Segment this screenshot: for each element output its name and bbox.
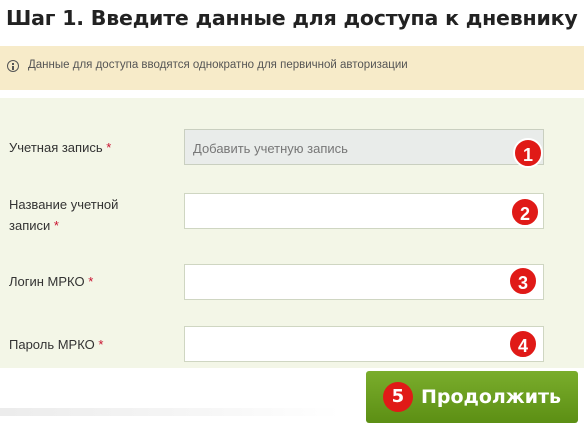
required-mark: *: [88, 274, 94, 289]
password-label: Пароль МРКО *: [9, 337, 104, 352]
notice-text: Данные для доступа вводятся однократно д…: [28, 59, 408, 71]
info-notice: Данные для доступа вводятся однократно д…: [0, 46, 584, 90]
step-badge-1: 1: [513, 138, 543, 168]
required-mark: *: [53, 218, 59, 233]
login-input[interactable]: [184, 264, 544, 300]
blurred-footer: [0, 408, 340, 416]
continue-button[interactable]: 5 Продолжить: [366, 371, 578, 423]
step-badge-4: 4: [508, 329, 538, 359]
required-mark: *: [98, 337, 104, 352]
password-input[interactable]: [184, 326, 544, 362]
account-name-label: Название учетной записи *: [9, 197, 119, 233]
page-title: Шаг 1. Введите данные для доступа к днев…: [6, 6, 578, 30]
continue-button-label: Продолжить: [420, 386, 562, 408]
step-badge-2: 2: [510, 197, 540, 227]
account-label: Учетная запись *: [9, 140, 112, 155]
account-name-input[interactable]: [184, 193, 544, 229]
step-badge-5: 5: [382, 382, 413, 412]
required-mark: *: [106, 140, 112, 155]
info-icon: [7, 60, 19, 72]
step-badge-3: 3: [508, 266, 538, 296]
login-label: Логин МРКО *: [9, 274, 94, 289]
account-select[interactable]: Добавить учетную запись: [184, 129, 544, 165]
